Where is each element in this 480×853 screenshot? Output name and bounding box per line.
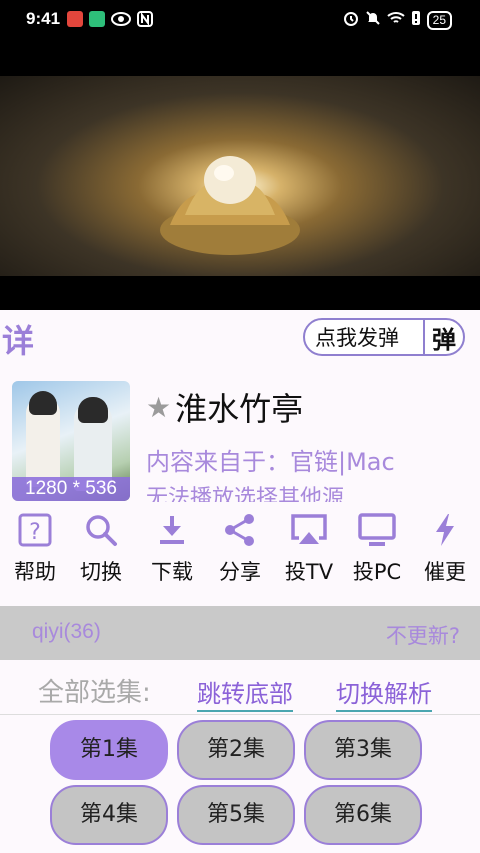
favorite-star-icon[interactable]: ★ — [146, 391, 171, 424]
error-text: 无法播放选择其他源 — [146, 486, 345, 502]
share-label: 分享 — [219, 560, 261, 584]
episode-button[interactable]: 第4集 — [50, 785, 168, 845]
video-info: 1280 * 536 ★ 淮水竹亭 内容来自于：官链|Mac 无法播放选择其他源 — [0, 366, 480, 506]
flash-icon — [436, 514, 454, 546]
monitor-icon — [358, 513, 396, 546]
lotus-artwork — [160, 156, 300, 255]
poster-image[interactable]: 1280 * 536 — [12, 381, 130, 501]
cast-tv-button[interactable]: 投TV — [274, 512, 344, 586]
jump-bottom-link[interactable]: 跳转底部 — [197, 674, 293, 712]
switch-parse-link[interactable]: 切换解析 — [336, 674, 432, 712]
app-notification-icon — [67, 11, 83, 27]
danmaku-control: 点我发弹 弹 — [303, 318, 465, 356]
episodes-header: 全部选集: 跳转底部 切换解析 — [0, 666, 480, 714]
help-icon: ? — [18, 513, 52, 547]
source-bar: qiyi(36) 不更新? — [0, 606, 480, 660]
urge-update-button[interactable]: 催更 — [410, 512, 480, 586]
airplay-icon — [291, 514, 327, 544]
nfc-icon — [137, 11, 153, 31]
cast-pc-button[interactable]: 投PC — [342, 512, 412, 586]
eye-icon — [111, 11, 131, 31]
episode-button[interactable]: 第3集 — [304, 720, 422, 780]
video-title: 淮水竹亭 — [175, 390, 304, 428]
download-button[interactable]: 下载 — [137, 512, 207, 586]
download-icon — [160, 516, 184, 544]
poster-resolution: 1280 * 536 — [12, 477, 130, 501]
battery-level: 25 — [426, 10, 452, 30]
mute-icon — [365, 10, 381, 30]
alert-icon — [411, 10, 421, 30]
cast-pc-label: 投PC — [352, 560, 402, 584]
help-label: 帮助 — [14, 560, 56, 584]
alarm-icon — [343, 10, 359, 30]
detail-label: 详 — [2, 322, 35, 360]
share-button[interactable]: 分享 — [205, 512, 275, 586]
svg-text:?: ? — [29, 520, 41, 545]
chat-notification-icon — [89, 11, 105, 27]
episode-button[interactable]: 第5集 — [177, 785, 295, 845]
danmaku-send-button[interactable]: 点我发弹 — [305, 322, 423, 352]
all-episodes-label: 全部选集: — [38, 678, 151, 708]
title-row: ★ 淮水竹亭 — [146, 384, 303, 430]
switch-button[interactable]: 切换 — [66, 512, 136, 586]
switch-label: 切换 — [80, 560, 122, 584]
episode-button[interactable]: 第6集 — [304, 785, 422, 845]
status-bar: 9:41 25 — [0, 0, 480, 40]
episode-button[interactable]: 第1集 — [50, 720, 168, 780]
wifi-icon — [386, 10, 405, 30]
share-icon — [225, 514, 254, 546]
source-name[interactable]: qiyi(36) — [32, 620, 101, 644]
action-bar: ? 帮助 切换 下载 分享 投TV 投PC 催更 — [0, 512, 480, 596]
status-time: 9:41 — [26, 9, 61, 28]
source-text: 内容来自于：官链|Mac — [146, 448, 395, 476]
help-button[interactable]: ? 帮助 — [0, 512, 70, 586]
episode-grid: 第1集 第2集 第3集 第4集 第5集 第6集 — [0, 718, 480, 853]
cast-tv-label: 投TV — [284, 560, 334, 584]
danmaku-toggle-button[interactable]: 弹 — [425, 320, 463, 355]
no-update-link[interactable]: 不更新? — [386, 620, 460, 650]
download-label: 下载 — [151, 560, 193, 584]
urge-update-label: 催更 — [424, 560, 466, 584]
search-icon — [86, 515, 117, 546]
episode-button[interactable]: 第2集 — [177, 720, 295, 780]
divider — [0, 714, 480, 715]
video-player[interactable] — [0, 40, 480, 310]
